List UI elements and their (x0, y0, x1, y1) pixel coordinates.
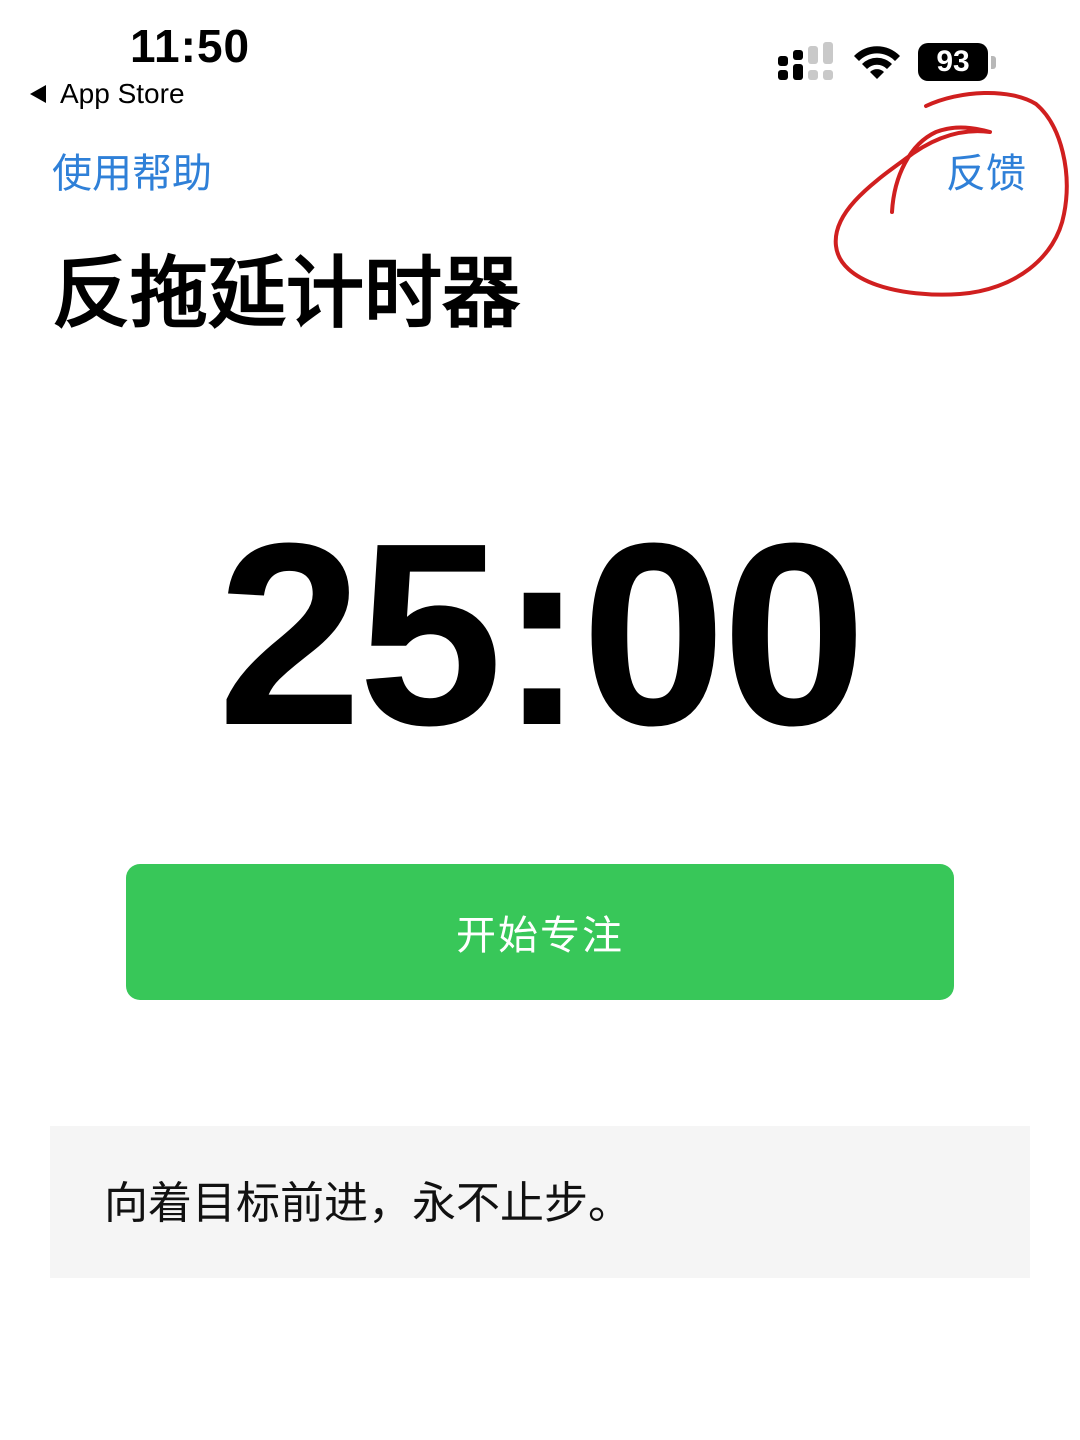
status-time: 11:50 (130, 20, 251, 72)
quote-card: 向着目标前进，永不止步。 (50, 1126, 1030, 1278)
page-title: 反拖延计时器 (52, 249, 521, 339)
start-focus-button[interactable]: 开始专注 (126, 864, 954, 1000)
battery-level: 93 (918, 43, 988, 81)
battery-icon: 93 (918, 43, 1000, 83)
back-to-app-store-link[interactable]: App Store (30, 76, 185, 112)
back-link-label: App Store (60, 78, 185, 109)
timer-display: 25:00 (217, 490, 867, 780)
help-link[interactable]: 使用帮助 (52, 148, 212, 200)
back-arrow-icon (30, 85, 46, 103)
cellular-signal-icon (778, 42, 833, 80)
feedback-link[interactable]: 反馈 (946, 148, 1026, 200)
wifi-icon (854, 46, 900, 79)
motivational-quote: 向着目标前进，永不止步。 (104, 1178, 632, 1229)
